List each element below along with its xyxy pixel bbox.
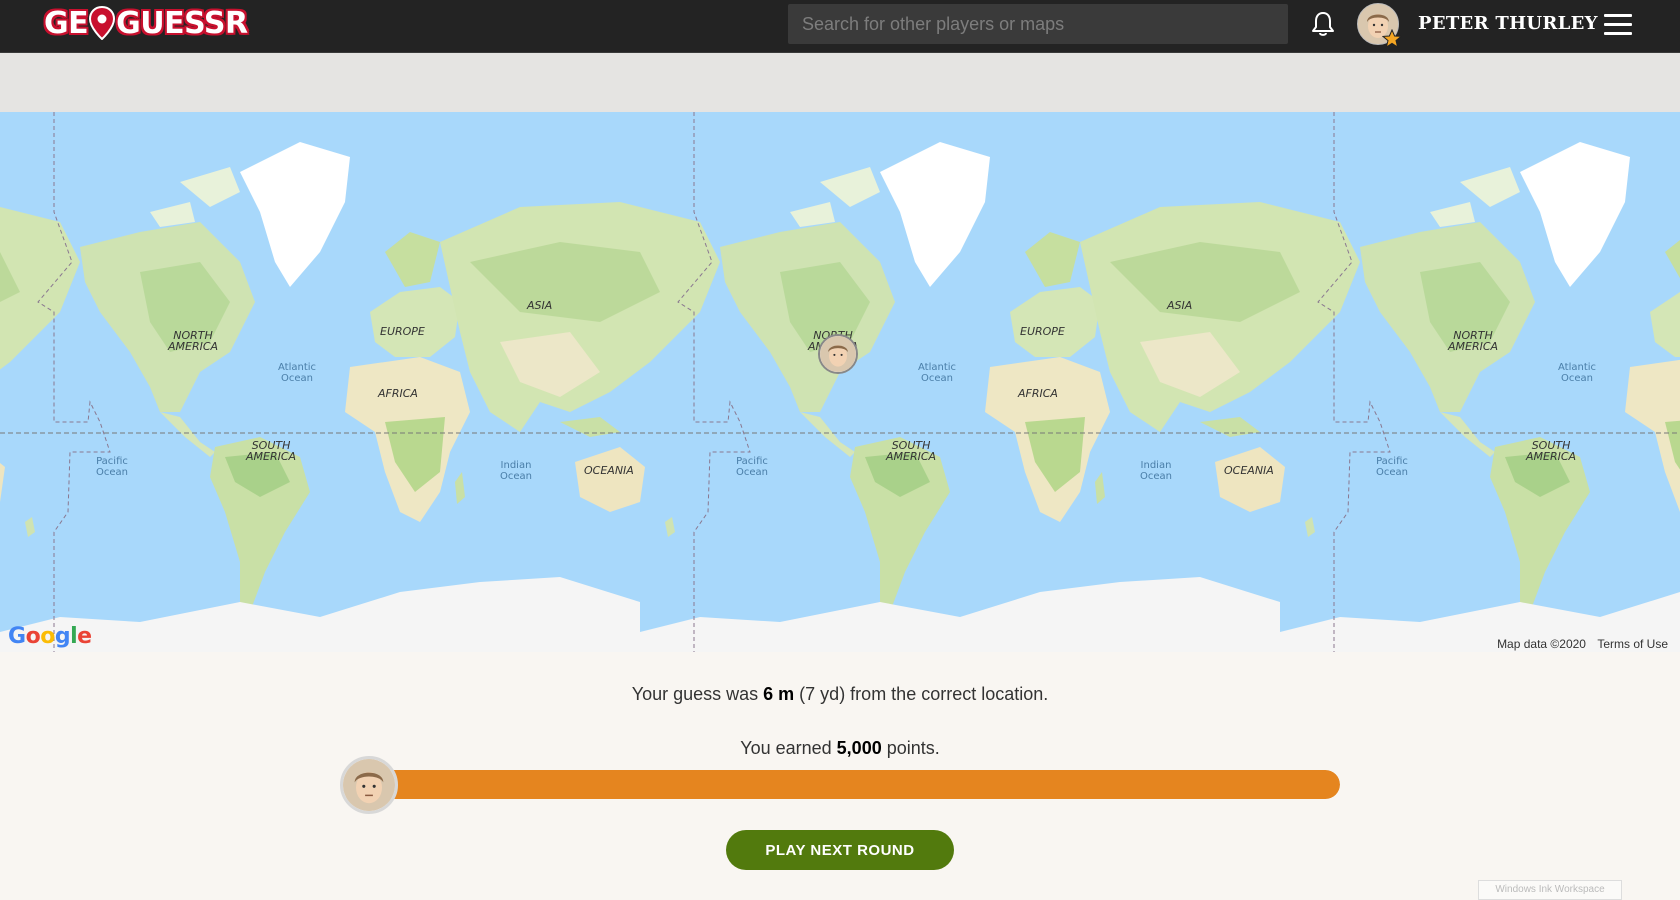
geoguessr-logo[interactable]: GE GUESSR [44,3,248,43]
label-pacific-ocean: Pacific Ocean [736,456,768,478]
map-data-text[interactable]: Map data ©2020 [1493,637,1590,651]
label-atlantic-ocean: Atlantic Ocean [278,362,317,384]
score-progress-bar [374,770,1340,799]
label-indian-ocean: Indian Ocean [500,460,532,482]
label-pacific-ocean: Pacific Ocean [1376,456,1408,478]
label-north-america: NORTHAMERICA [168,329,219,353]
google-logo[interactable]: Google [8,624,92,649]
terms-of-use-link[interactable]: Terms of Use [1593,637,1672,651]
star-icon [1382,29,1402,49]
username[interactable]: PETER THURLEY [1418,10,1598,38]
label-africa: AFRICA [378,387,418,400]
location-pin-icon [89,6,116,40]
bell-icon[interactable] [1310,10,1336,38]
avatar-face-icon [820,336,856,372]
label-europe: EUROPE [1020,325,1065,338]
guess-prefix-text: Your guess was [631,684,764,704]
label-south-america: SOUTH AMERICA [246,439,297,463]
windows-ink-workspace[interactable]: Windows Ink Workspace [1478,880,1622,900]
label-asia: ASIA [527,299,553,312]
label-europe: EUROPE [380,325,425,338]
label-atlantic-ocean: Atlantic Ocean [1558,362,1597,384]
label-south-america: SOUTH AMERICA [886,439,937,463]
label-indian-ocean: Indian Ocean [1140,460,1172,482]
hamburger-menu-icon[interactable] [1604,14,1632,36]
label-atlantic-ocean: Atlantic Ocean [918,362,957,384]
top-navigation-bar: GE GUESSR PETER THURLEY [0,0,1680,53]
play-next-round-button[interactable]: PLAY NEXT ROUND [726,830,954,870]
distance-alt-text: (7 yd) from the correct location. [794,684,1049,704]
search-input[interactable] [788,4,1288,44]
earned-suffix-text: points. [881,738,940,758]
world-map-graphic [0,112,1680,652]
label-asia: ASIA [1167,299,1193,312]
logo-text-left: GE [44,5,89,41]
result-map[interactable]: NORTHAMERICA NORTHAMERICA NORTHAMERICA S… [0,112,1680,652]
points-result: You earned 5,000 points. [0,738,1680,759]
label-africa: AFRICA [1018,387,1058,400]
distance-result: Your guess was 6 m (7 yd) from the corre… [0,684,1680,705]
points-value: 5,000 [836,738,882,758]
label-north-america: NORTHAMERICA [1448,329,1499,353]
label-oceania: OCEANIA [584,464,634,477]
avatar-face-icon [343,759,395,811]
label-south-america: SOUTH AMERICA [1526,439,1577,463]
earned-prefix-text: You earned [740,738,837,758]
guess-marker[interactable] [818,334,858,374]
map-attribution: Map data ©2020 Terms of Use [1493,637,1672,651]
label-pacific-ocean: Pacific Ocean [96,456,128,478]
progress-avatar [340,756,398,814]
label-oceania: OCEANIA [1224,464,1274,477]
grey-band [0,53,1680,112]
distance-value: 6 m [763,684,795,704]
score-progress-fill [374,770,1340,799]
logo-text-right: GUESSR [116,5,248,41]
